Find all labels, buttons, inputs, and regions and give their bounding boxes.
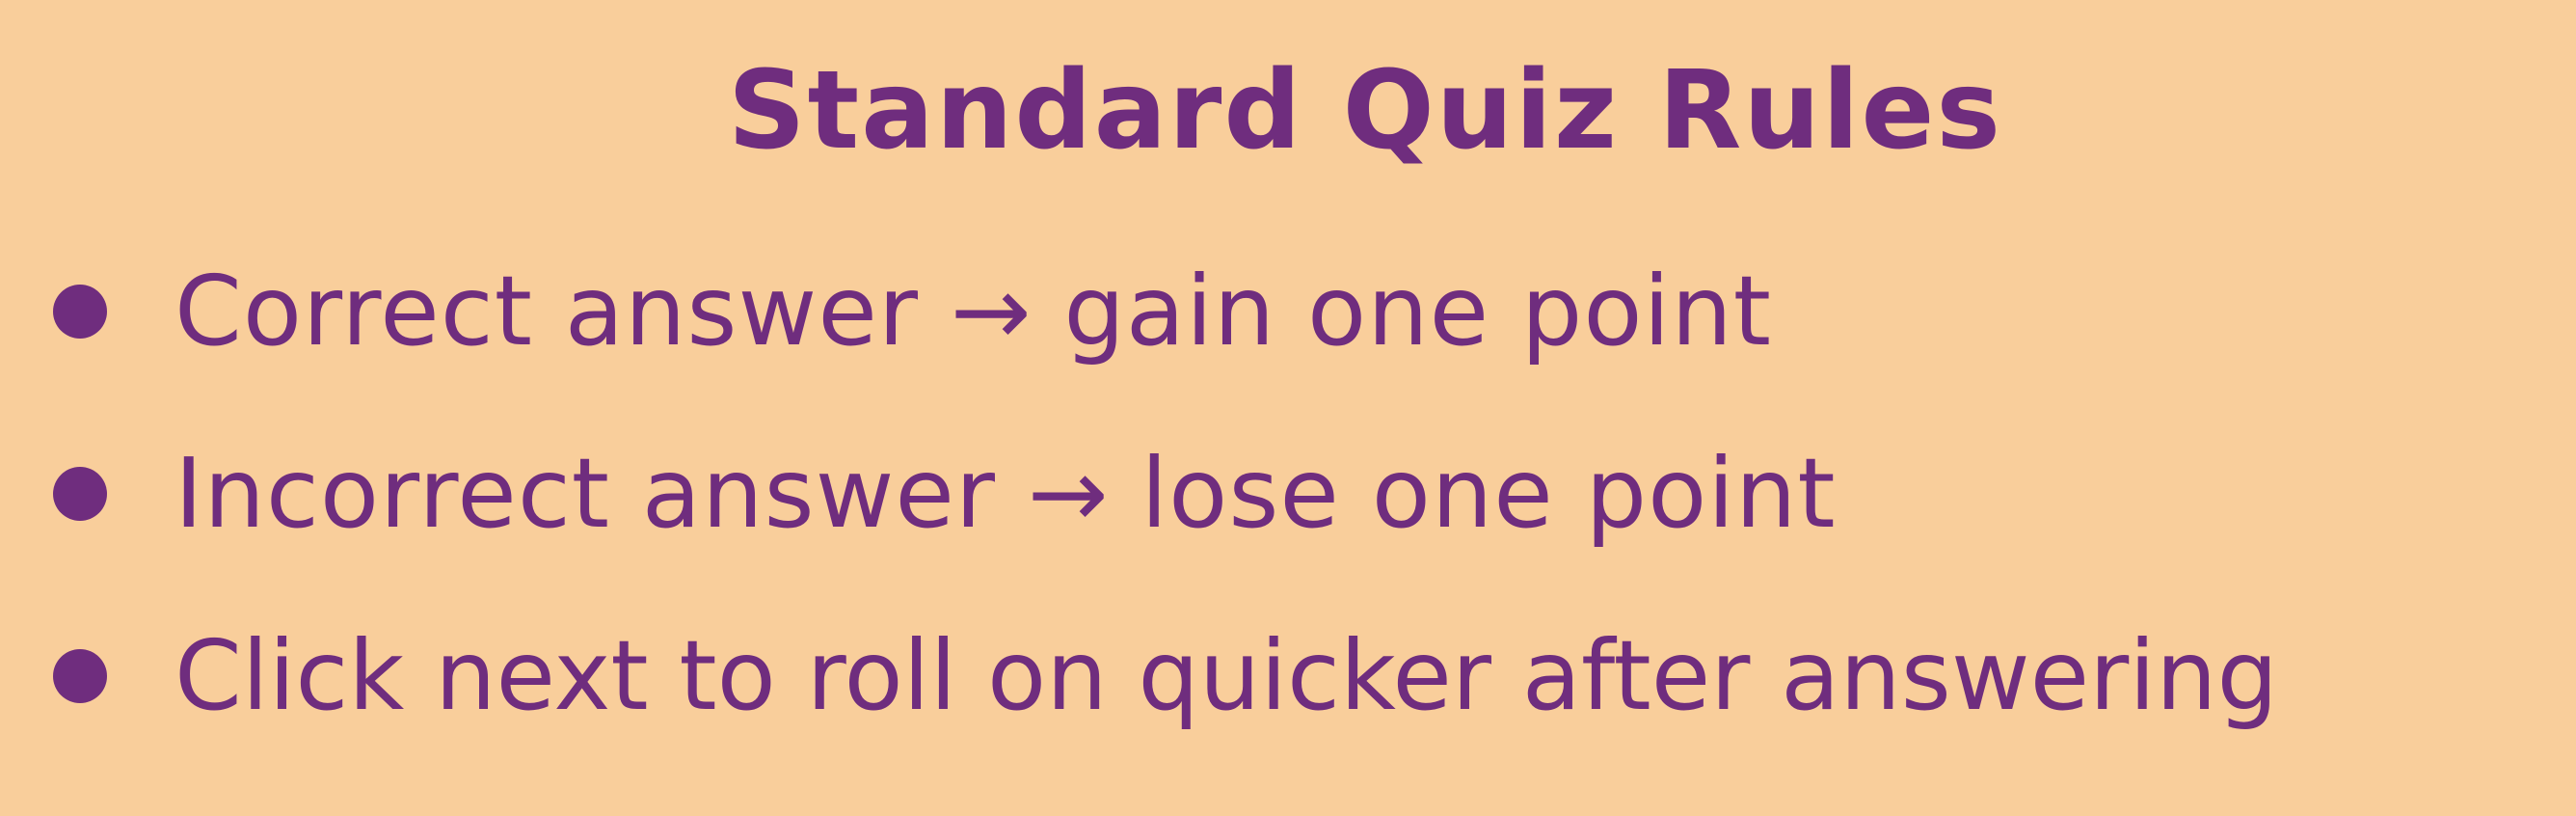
page-title: Standard Quiz Rules <box>727 48 2003 174</box>
rules-panel: Standard Quiz Rules Correct answer → gai… <box>0 0 2576 816</box>
rule-text: Correct answer → gain one point <box>174 255 1772 367</box>
bullet-dot-icon <box>53 649 107 703</box>
bullet-dot-icon <box>53 285 107 339</box>
rule-item-correct-answer: Correct answer → gain one point <box>53 239 1772 384</box>
rule-item-click-next: Click next to roll on quicker after answ… <box>53 604 2278 748</box>
rule-item-incorrect-answer: Incorrect answer → lose one point <box>53 422 1837 566</box>
rule-text: Click next to roll on quicker after answ… <box>174 619 2278 732</box>
rule-text: Incorrect answer → lose one point <box>174 437 1837 550</box>
bullet-dot-icon <box>53 467 107 521</box>
